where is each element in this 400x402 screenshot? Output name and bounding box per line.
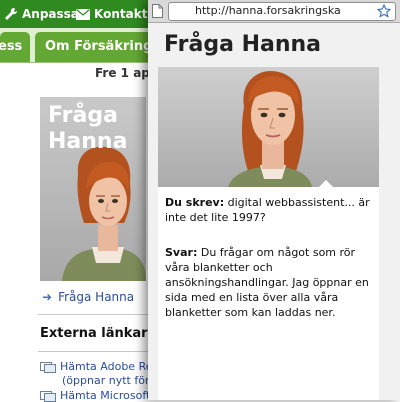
customize-label: Anpassa (22, 7, 79, 21)
external-link-icon (40, 391, 56, 402)
date-text: Fre 1 ap (95, 66, 150, 80)
external-link-note: (öppnar nytt fön (62, 374, 152, 387)
external-link-adobe[interactable]: Hämta Adobe Re (60, 360, 153, 373)
external-links-heading: Externa länkar (40, 326, 148, 341)
speech-bubble: Du skrev: digital webbassistent... är in… (158, 187, 379, 400)
page-icon (152, 4, 163, 18)
envelope-icon (76, 8, 90, 20)
contact-link[interactable]: Kontakt (76, 0, 147, 28)
hanna-card[interactable]: Fråga Hanna (40, 97, 146, 281)
answer-label: Svar: (165, 246, 198, 259)
url-field[interactable]: http://hanna.forsakringska (168, 2, 396, 21)
card-title-line2: Hanna (48, 129, 128, 154)
arrow-right-icon: ➜ (42, 290, 53, 304)
question-block: Du skrev: digital webbassistent... är in… (165, 195, 370, 225)
contact-label: Kontakt (94, 7, 148, 21)
tab-partial-label: ess (0, 39, 23, 54)
divider (38, 314, 148, 315)
hanna-avatar-panel (158, 67, 379, 187)
popup-title: Fråga Hanna (164, 32, 321, 57)
customize-link[interactable]: Anpassa (4, 0, 79, 28)
external-link-icon (40, 362, 56, 373)
wrench-icon (5, 7, 18, 20)
url-text: http://hanna.forsakringska (195, 4, 341, 17)
ask-hanna-link-label: Fråga Hanna (58, 290, 135, 304)
popup-window: http://hanna.forsakringska Fråga Hanna D… (148, 0, 400, 400)
tab-partial[interactable]: ess (0, 32, 30, 62)
star-icon[interactable] (377, 4, 391, 18)
ask-hanna-link[interactable]: ➜ Fråga Hanna (42, 290, 134, 304)
question-label: Du skrev: (165, 196, 225, 209)
divider (38, 351, 148, 352)
card-title: Fråga Hanna (48, 103, 127, 155)
answer-block: Svar: Du frågar om något som rör våra bl… (165, 245, 370, 320)
external-link-microsoft[interactable]: Hämta Microsoft (60, 389, 150, 402)
hanna-avatar-large (158, 67, 379, 187)
url-bar: http://hanna.forsakringska (148, 0, 400, 23)
card-title-line1: Fråga (48, 103, 118, 128)
